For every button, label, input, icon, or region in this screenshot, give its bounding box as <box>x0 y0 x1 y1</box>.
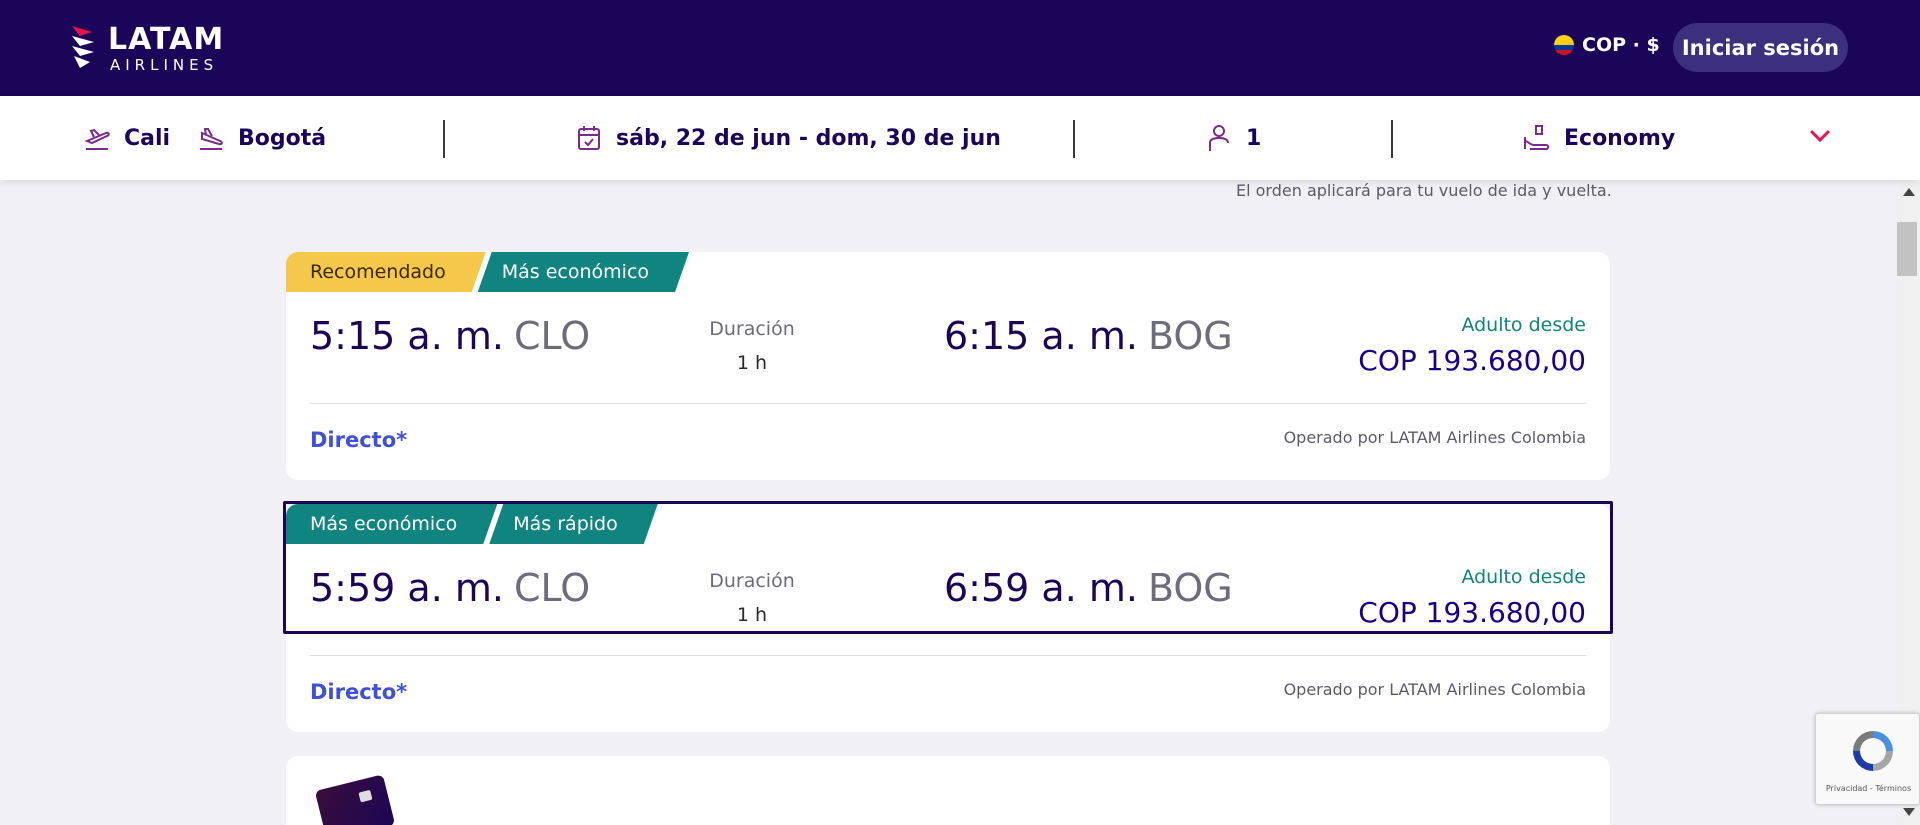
arrival-info: 6:15 a. m. BOG <box>944 314 1233 358</box>
tag-recommended: Recomendado <box>286 252 486 292</box>
recaptcha-links[interactable]: Privacidad - Términos <box>1816 784 1920 793</box>
price-value: COP 193.680,00 <box>1358 596 1586 629</box>
arrival-code: BOG <box>1147 314 1233 358</box>
credit-card-image <box>314 774 396 825</box>
scrollbar-thumb[interactable] <box>1897 222 1917 276</box>
flight-card[interactable]: Recomendado Más económico 5:15 a. m. CLO … <box>286 252 1610 480</box>
card-chip-icon <box>358 789 373 803</box>
card-divider <box>310 403 1586 404</box>
duration-value: 1 h <box>736 604 768 626</box>
promo-card[interactable] <box>286 756 1610 825</box>
departure-time: 5:59 a. m. <box>310 566 504 610</box>
arrival-code: BOG <box>1147 566 1233 610</box>
cabin-value: Economy <box>1564 125 1676 151</box>
scroll-down-icon[interactable] <box>1903 808 1915 816</box>
recaptcha-icon <box>1853 731 1893 771</box>
tag-fastest: Más rápido <box>489 504 657 544</box>
price-label: Adulto desde <box>1461 566 1586 588</box>
stops-link[interactable]: Directo* <box>310 428 407 452</box>
takeoff-icon <box>84 128 110 150</box>
currency-label: COP · $ <box>1582 34 1660 56</box>
card-divider <box>310 655 1586 656</box>
dates-value: sáb, 22 de jun - dom, 30 de jun <box>616 125 1001 151</box>
passengers-field[interactable]: 1 <box>1204 96 1261 180</box>
sort-note: El orden aplicará para tu vuelo de ida y… <box>1236 181 1612 200</box>
arrival-time: 6:59 a. m. <box>944 566 1138 610</box>
calendar-icon <box>578 126 600 150</box>
search-summary-bar: Cali Bogotá sáb, 22 de jun - dom, 30 de … <box>0 96 1920 180</box>
departure-code: CLO <box>513 314 591 358</box>
cabin-field[interactable]: Economy <box>1522 96 1675 180</box>
recaptcha-badge[interactable]: Privacidad - Términos <box>1815 713 1920 805</box>
currency-selector[interactable]: COP · $ <box>1554 34 1660 56</box>
duration-label: Duración <box>709 570 795 592</box>
tag-cheapest: Más económico <box>478 252 689 292</box>
seat-icon <box>1524 125 1550 150</box>
arrival-info: 6:59 a. m. BOG <box>944 566 1233 610</box>
price-label: Adulto desde <box>1461 314 1586 336</box>
passenger-icon <box>1209 125 1229 151</box>
departure-info: 5:15 a. m. CLO <box>310 314 590 358</box>
destination-field[interactable]: Bogotá <box>196 96 326 180</box>
passengers-value: 1 <box>1246 125 1262 151</box>
divider <box>443 120 445 158</box>
divider <box>1073 120 1075 158</box>
dates-field[interactable]: sáb, 22 de jun - dom, 30 de jun <box>574 96 1001 180</box>
chevron-down-icon[interactable] <box>1808 124 1832 148</box>
colombia-flag-icon <box>1554 35 1574 55</box>
divider <box>1391 120 1393 158</box>
price-value: COP 193.680,00 <box>1358 344 1586 377</box>
departure-time: 5:15 a. m. <box>310 314 504 358</box>
flight-tags: Más económico Más rápido <box>286 504 658 544</box>
destination-value: Bogotá <box>238 125 327 151</box>
flight-tags: Recomendado Más económico <box>286 252 689 292</box>
origin-value: Cali <box>124 125 171 151</box>
scroll-up-icon[interactable] <box>1903 188 1915 196</box>
logo-text-latam: LATAM <box>108 22 225 57</box>
login-button[interactable]: Iniciar sesión <box>1673 23 1848 72</box>
latam-logo-mark-icon <box>72 26 94 68</box>
departure-code: CLO <box>513 566 591 610</box>
latam-logo[interactable]: LATAM AIRLINES <box>70 22 240 74</box>
operator-text: Operado por LATAM Airlines Colombia <box>1283 428 1586 447</box>
arrival-time: 6:15 a. m. <box>944 314 1138 358</box>
operator-text: Operado por LATAM Airlines Colombia <box>1283 680 1586 699</box>
landing-icon <box>200 128 223 150</box>
logo-text-airlines: AIRLINES <box>110 56 219 74</box>
stops-link[interactable]: Directo* <box>310 680 407 704</box>
duration-label: Duración <box>709 318 795 340</box>
origin-field[interactable]: Cali <box>82 96 170 180</box>
flight-card[interactable]: Más económico Más rápido 5:59 a. m. CLO D… <box>286 504 1610 732</box>
top-navbar: LATAM AIRLINES COP · $ Iniciar sesión <box>0 0 1920 96</box>
departure-info: 5:59 a. m. CLO <box>310 566 590 610</box>
tag-cheapest: Más económico <box>286 504 497 544</box>
duration-value: 1 h <box>736 352 768 374</box>
